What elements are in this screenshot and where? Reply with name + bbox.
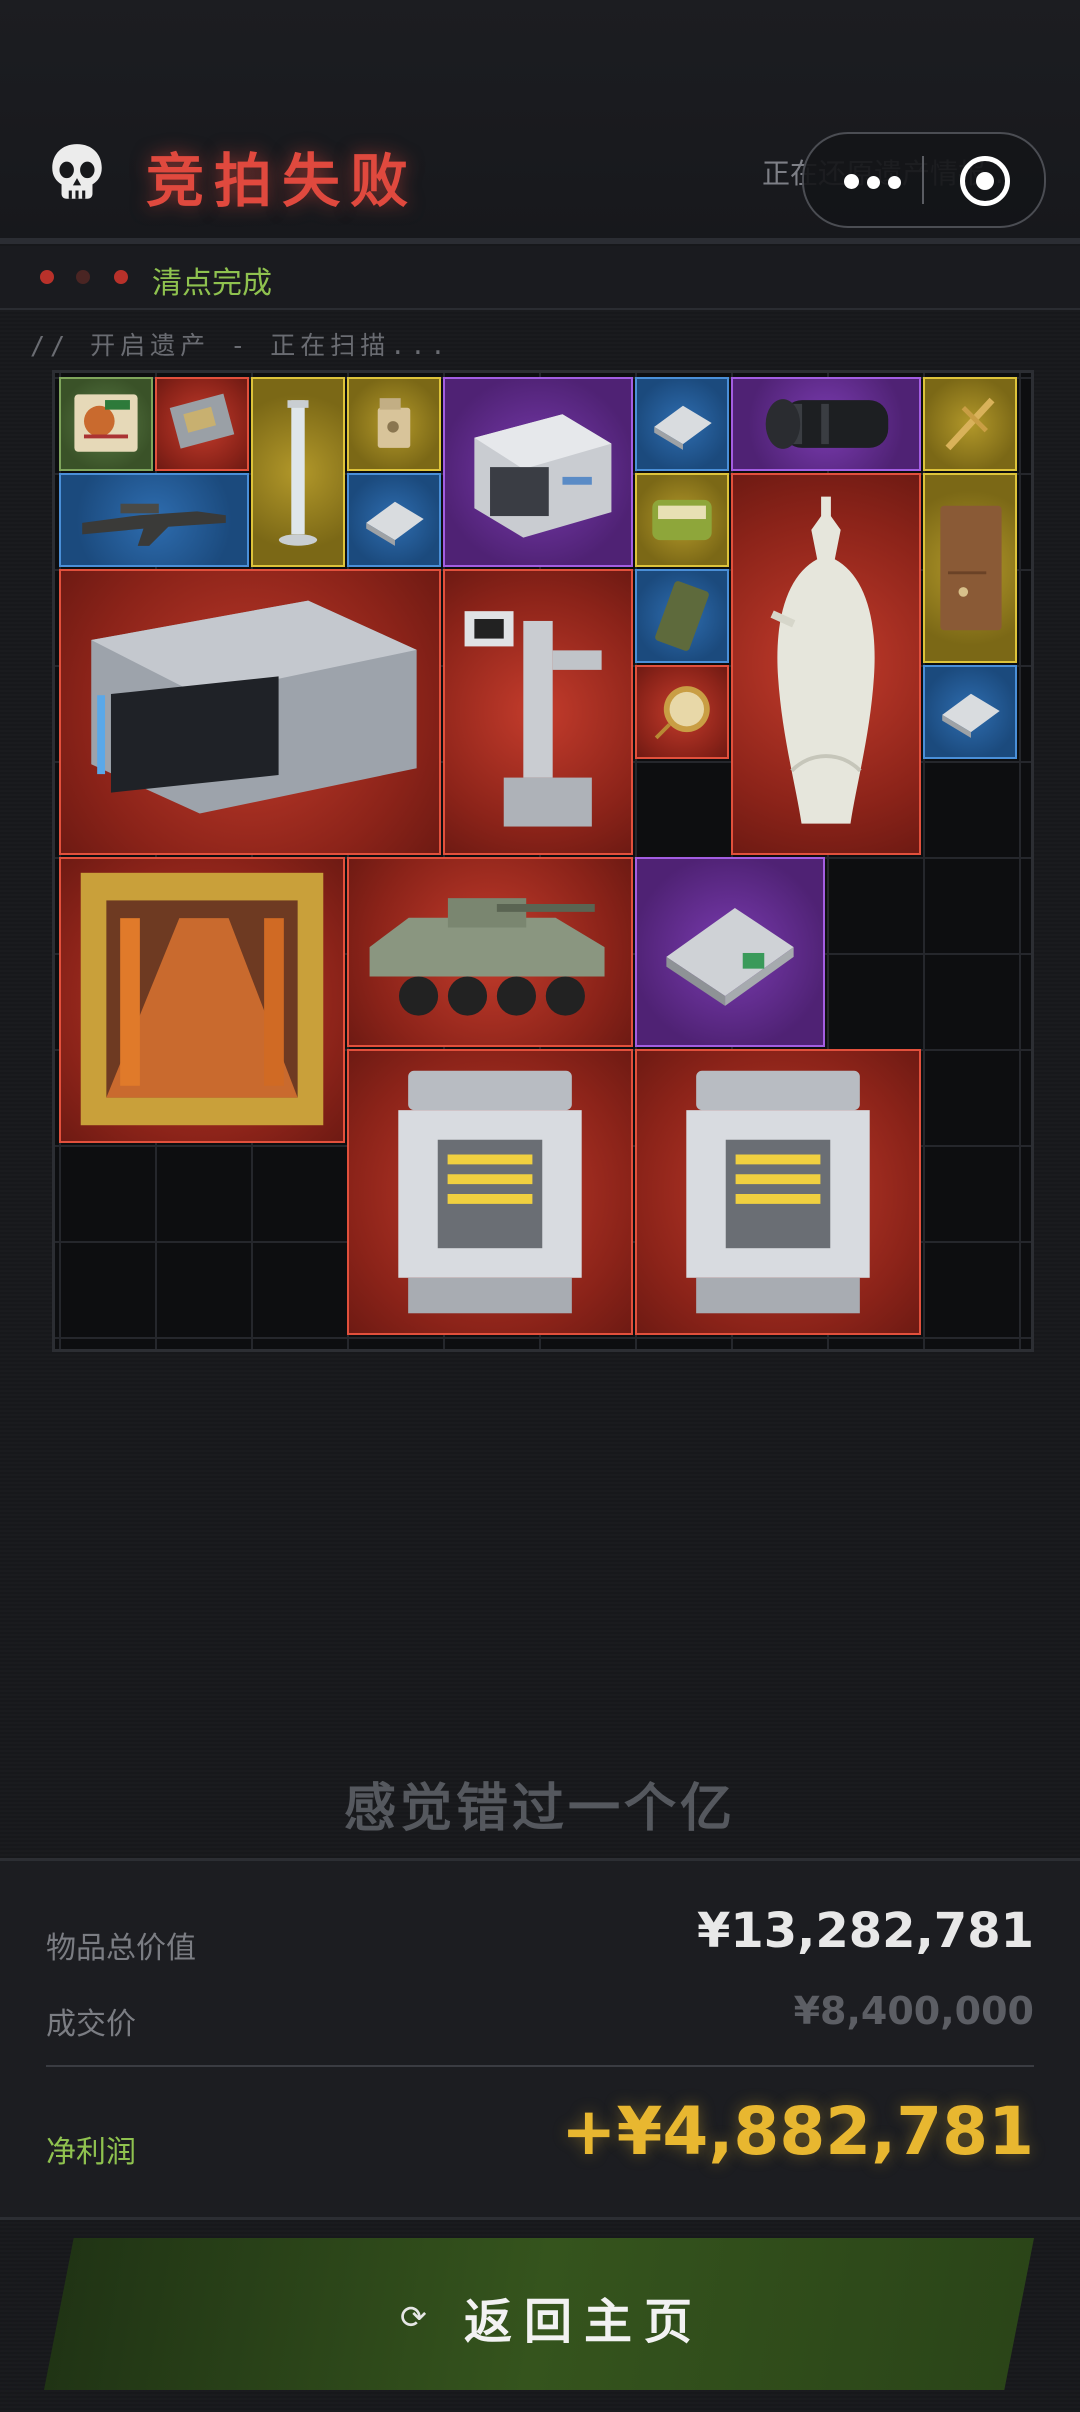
item-leather-notebook[interactable] [923,473,1017,663]
miss-message: 感觉错过一个亿 [343,1779,736,1839]
close-target-icon[interactable] [960,156,1010,206]
return-home-button[interactable]: ⟳ 返回主页 [44,2238,1034,2390]
status-dot [76,270,90,284]
item-lighter[interactable] [347,377,441,471]
item-server-rack[interactable] [59,569,441,855]
item-porcelain-vase[interactable] [731,473,921,855]
deal-price-label: 成交价 [46,2007,136,2042]
total-value: ¥13,282,781 [696,1903,1034,1959]
item-ration-pack[interactable] [635,569,729,663]
item-reactor-core[interactable] [347,1049,633,1335]
refresh-icon: ⟳ [400,2298,427,2336]
header-bar: 竞拍失败 正在还原遗产情报... [0,0,1080,242]
item-canned-food[interactable] [635,473,729,567]
item-data-chip[interactable] [347,473,441,567]
item-circuit-board[interactable] [155,377,249,471]
item-golden-key[interactable] [923,377,1017,471]
item-glass-tube[interactable] [251,377,345,567]
capsule-divider [922,156,924,204]
scan-text: // 开启遗产 - 正在扫描... [30,331,451,360]
item-reactor-core[interactable] [635,1049,921,1335]
item-data-chip[interactable] [923,665,1017,759]
more-menu-icon[interactable] [844,174,909,193]
item-hard-drive[interactable] [635,857,825,1047]
miniprogram-capsule[interactable] [802,132,1046,228]
return-home-label: 返回主页 [464,2294,705,2350]
item-pocket-watch[interactable] [635,665,729,759]
skull-icon [52,144,102,199]
item-oil-painting[interactable] [59,857,345,1143]
item-medical-robot[interactable] [443,569,633,855]
total-value-label: 物品总价值 [46,1931,196,1966]
status-dot [40,270,54,284]
net-profit-label: 净利润 [46,2135,136,2170]
net-profit: +¥4,882,781 [561,2093,1034,2170]
item-server-unit[interactable] [443,377,633,567]
deal-price: ¥8,400,000 [793,1989,1034,2033]
item-instant-noodles[interactable] [59,377,153,471]
status-strip: 清点完成 [0,246,1080,310]
item-data-chip[interactable] [635,377,729,471]
inventory-grid [52,370,1034,1352]
item-armored-vehicle[interactable] [347,857,633,1047]
status-label: 清点完成 [152,266,272,301]
item-rifle[interactable] [59,473,249,567]
summary-panel: 物品总价值 ¥13,282,781 成交价 ¥8,400,000 净利润 +¥4… [0,1858,1080,2220]
summary-divider [46,2065,1034,2067]
item-camera-lens[interactable] [731,377,921,471]
status-dot [114,270,128,284]
header-divider [0,238,1080,244]
page-title: 竞拍失败 [146,147,419,215]
